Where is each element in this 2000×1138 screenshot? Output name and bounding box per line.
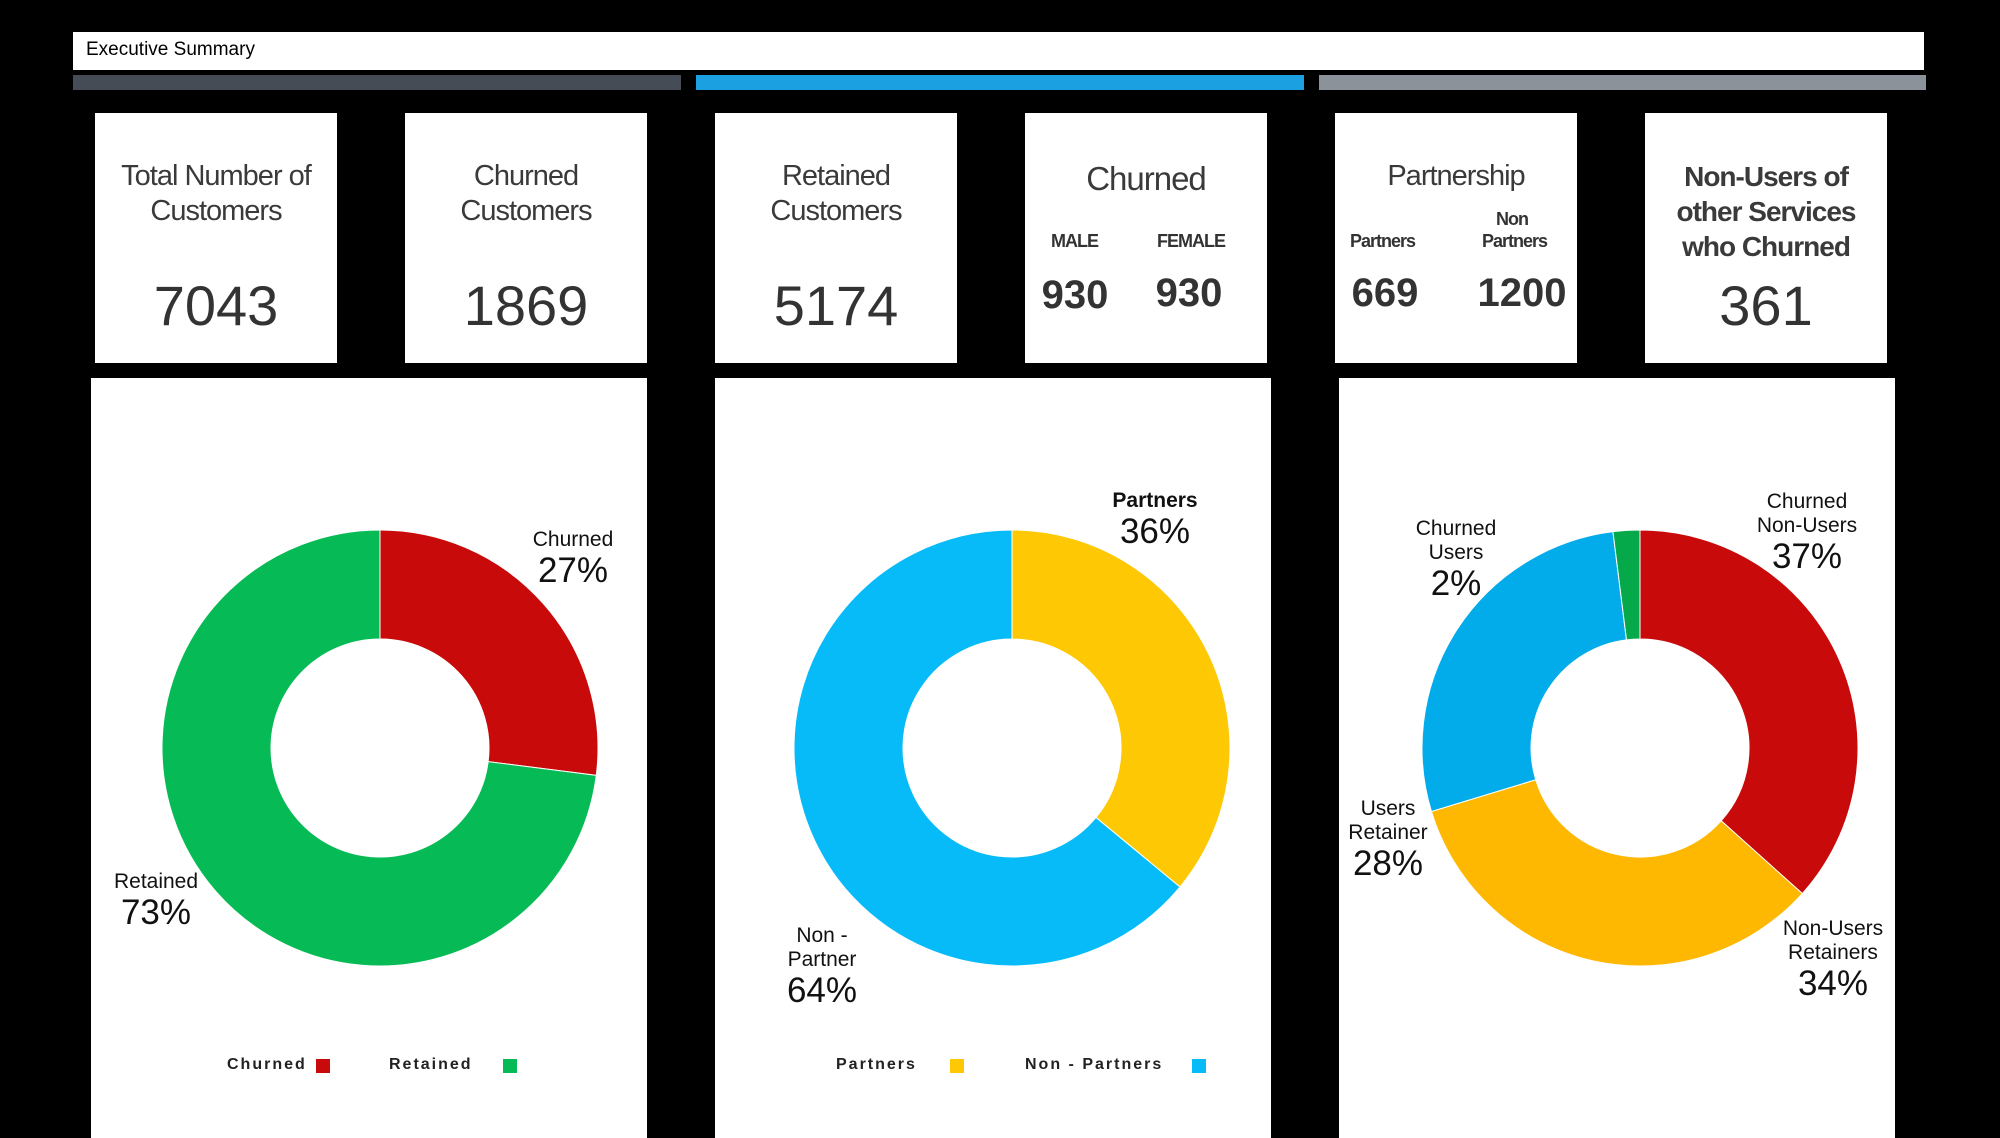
legend-churned-swatch bbox=[316, 1059, 330, 1073]
users-retainer-data-label: Users Retainer 28% bbox=[1348, 797, 1428, 883]
legend-churned-label: Churned bbox=[227, 1056, 307, 1073]
legend-partners-label: Partners bbox=[836, 1056, 917, 1073]
non-users-retainers-data-label: Non-Users Retainers 34% bbox=[1782, 917, 1884, 1003]
legend-retained-label: Retained bbox=[389, 1056, 473, 1073]
donut2-slice-partners bbox=[1011, 529, 1231, 888]
retained-data-label: Retained 73% bbox=[113, 870, 199, 932]
legend-non-partners-label: Non - Partners bbox=[1025, 1056, 1164, 1073]
legend-non-partners-swatch bbox=[1192, 1059, 1206, 1073]
partners-data-label: Partners 36% bbox=[1112, 489, 1198, 551]
non-partner-data-label: Non - Partner 64% bbox=[786, 924, 858, 1010]
churned-data-label: Churned 27% bbox=[532, 528, 614, 590]
legend-retained-swatch bbox=[503, 1059, 517, 1073]
churned-non-users-data-label: Churned Non-Users 37% bbox=[1756, 490, 1858, 576]
churned-users-data-label: Churned Users 2% bbox=[1415, 517, 1497, 603]
donut-charts bbox=[161, 529, 1859, 967]
legend-partners-swatch bbox=[950, 1059, 964, 1073]
donut3-slice-churned-non-users bbox=[1639, 529, 1859, 895]
